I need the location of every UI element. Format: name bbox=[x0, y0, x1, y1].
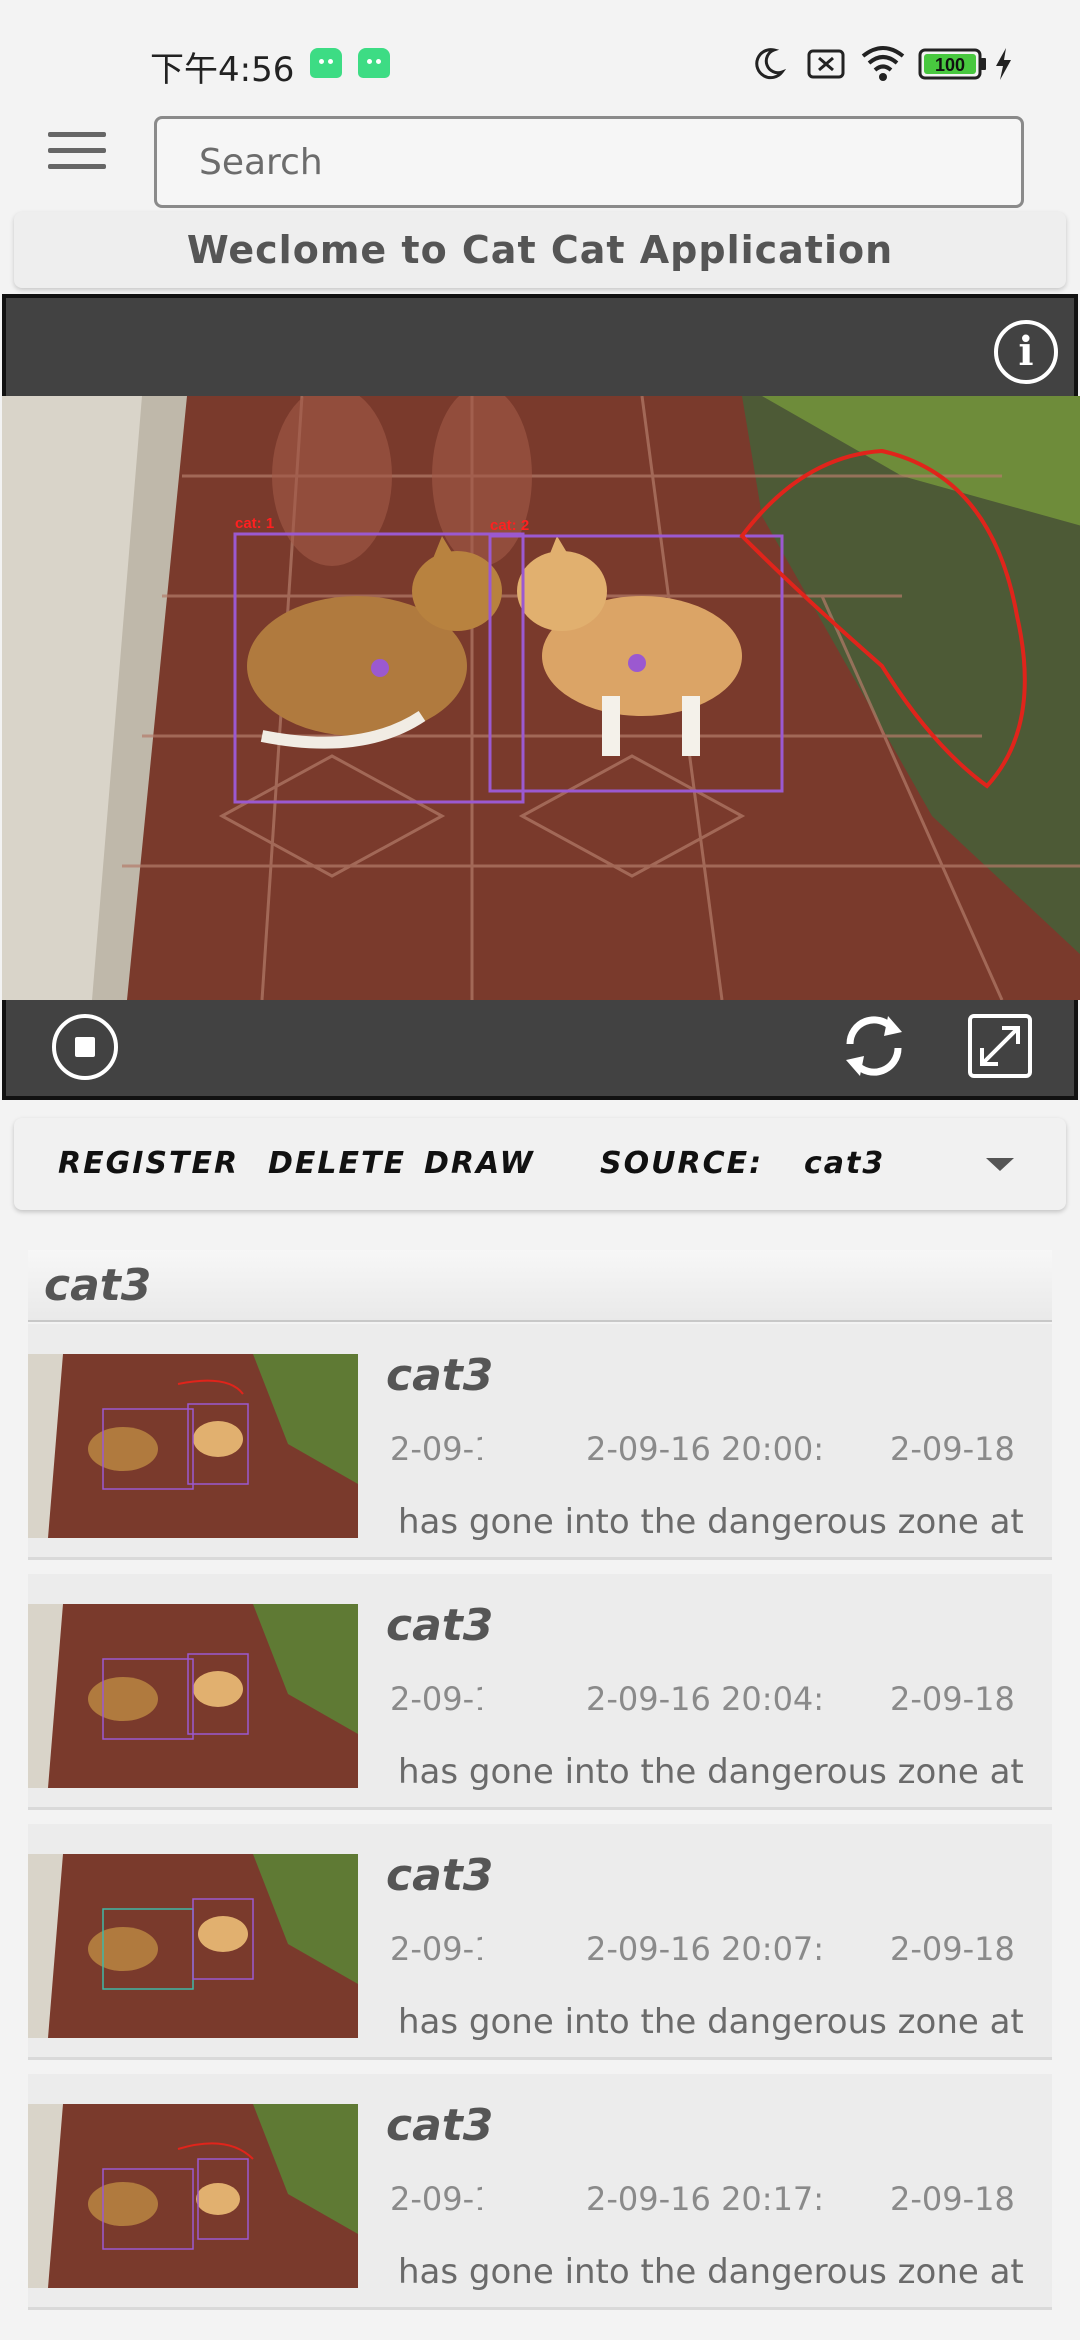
item-times: 2-09-1 2-09-16 20:07: 2-09-18 bbox=[390, 1930, 1040, 1970]
item-time: 2-09-1 bbox=[390, 1680, 482, 1718]
item-title: cat3 bbox=[386, 1350, 494, 1401]
item-times: 2-09-1 2-09-16 20:00: 2-09-18 bbox=[390, 1430, 1040, 1470]
source-select[interactable]: cat3 bbox=[804, 1146, 885, 1181]
event-thumbnail bbox=[28, 1354, 358, 1538]
status-bar: 下午4:56 100 bbox=[0, 0, 1080, 120]
item-times: 2-09-1 2-09-16 20:04: 2-09-18 bbox=[390, 1680, 1040, 1720]
detection-label: cat: 1 bbox=[235, 515, 274, 532]
fullscreen-button[interactable] bbox=[966, 1012, 1034, 1080]
item-time: 2-09-16 20:00: bbox=[586, 1430, 825, 1468]
wifi-icon bbox=[861, 46, 905, 81]
search-input[interactable] bbox=[157, 119, 1021, 205]
menu-button[interactable] bbox=[48, 132, 106, 172]
item-message: has gone into the dangerous zone at bbox=[398, 2252, 1024, 2292]
stop-button[interactable] bbox=[52, 1014, 118, 1080]
draw-button[interactable]: DRAW bbox=[424, 1146, 535, 1181]
search-field[interactable] bbox=[154, 116, 1024, 208]
list-header: cat3 bbox=[28, 1250, 1052, 1322]
event-thumbnail bbox=[28, 1604, 358, 1788]
hamburger-menu-icon bbox=[48, 132, 106, 137]
moon-icon bbox=[755, 48, 786, 80]
charging-icon bbox=[996, 48, 1011, 80]
event-thumbnail bbox=[28, 2104, 358, 2288]
item-message: has gone into the dangerous zone at bbox=[398, 1752, 1024, 1792]
svg-text:100: 100 bbox=[935, 55, 965, 75]
item-time: 2-09-1 bbox=[390, 2180, 482, 2218]
delete-button[interactable]: DELETE bbox=[268, 1146, 406, 1181]
battery-icon: 100 bbox=[918, 48, 986, 80]
item-time: 2-09-16 20:17: bbox=[586, 2180, 825, 2218]
video-player: i cat: 1 cat: 2 bbox=[2, 294, 1080, 1100]
welcome-banner: Weclome to Cat Cat Application bbox=[14, 212, 1066, 288]
event-thumbnail bbox=[28, 1854, 358, 2038]
camera-feed-image: cat: 1 cat: 2 bbox=[2, 396, 1080, 1000]
item-time: 2-09-18 bbox=[890, 1680, 1015, 1718]
info-button[interactable]: i bbox=[994, 320, 1058, 384]
item-time: 2-09-18 bbox=[890, 1430, 1015, 1468]
item-message: has gone into the dangerous zone at bbox=[398, 1502, 1024, 1542]
item-message: has gone into the dangerous zone at bbox=[398, 2002, 1024, 2042]
item-title: cat3 bbox=[386, 1850, 494, 1901]
item-title: cat3 bbox=[386, 2100, 494, 2151]
chevron-down-icon[interactable] bbox=[986, 1158, 1014, 1171]
list-item[interactable]: cat3 2-09-1 2-09-16 20:04: 2-09-18 has g… bbox=[28, 1574, 1052, 1810]
sim-off-icon bbox=[807, 49, 845, 79]
source-label: SOURCE: bbox=[600, 1146, 764, 1181]
list-item[interactable]: cat3 2-09-1 2-09-16 20:00: 2-09-18 has g… bbox=[28, 1324, 1052, 1560]
item-time: 2-09-16 20:07: bbox=[586, 1930, 825, 1968]
list-item[interactable]: cat3 2-09-1 2-09-16 20:17: 2-09-18 has g… bbox=[28, 2074, 1052, 2310]
item-time: 2-09-1 bbox=[390, 1930, 482, 1968]
item-time: 2-09-1 bbox=[390, 1430, 482, 1468]
item-time: 2-09-16 20:04: bbox=[586, 1680, 825, 1718]
item-time: 2-09-18 bbox=[890, 1930, 1015, 1968]
video-frame[interactable]: cat: 1 cat: 2 bbox=[2, 396, 1080, 1000]
detection-label: cat: 2 bbox=[490, 517, 529, 534]
status-time: 下午4:56 bbox=[150, 50, 295, 90]
refresh-button[interactable] bbox=[836, 1008, 912, 1084]
android-icon bbox=[358, 48, 390, 78]
android-icon bbox=[310, 48, 342, 78]
item-times: 2-09-1 2-09-16 20:17: 2-09-18 bbox=[390, 2180, 1040, 2220]
item-title: cat3 bbox=[386, 1600, 494, 1651]
action-toolbar: REGISTER DELETE DRAW SOURCE: cat3 bbox=[14, 1118, 1066, 1210]
register-button[interactable]: REGISTER bbox=[58, 1146, 239, 1181]
list-item[interactable]: cat3 2-09-1 2-09-16 20:07: 2-09-18 has g… bbox=[28, 1824, 1052, 2060]
item-time: 2-09-18 bbox=[890, 2180, 1015, 2218]
